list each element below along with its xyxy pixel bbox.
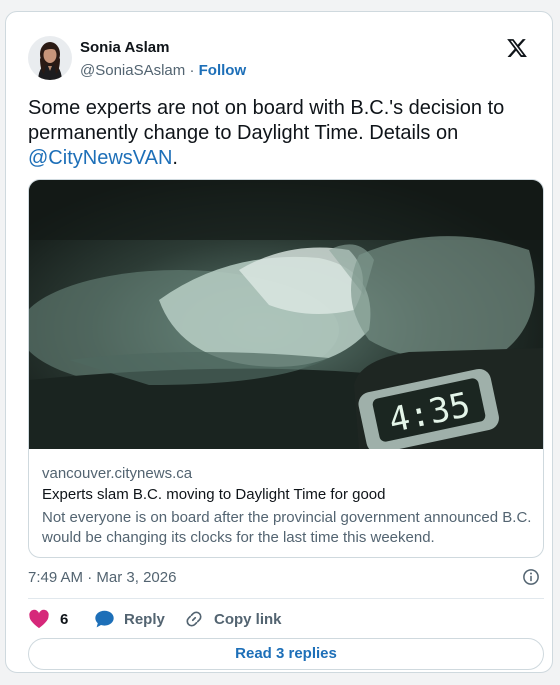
link-title: Experts slam B.C. moving to Daylight Tim… bbox=[42, 486, 386, 503]
author-handle[interactable]: @SoniaSAslam bbox=[80, 62, 185, 79]
heart-icon bbox=[29, 609, 49, 629]
tweet-body-text: Some experts are not on board with B.C.'… bbox=[28, 97, 505, 144]
reply-bubble-icon bbox=[95, 610, 114, 628]
tweet-date: Mar 3, 2026 bbox=[96, 569, 177, 586]
tweet-card: Sonia Aslam @SoniaSAslam · Follow Some e… bbox=[5, 11, 553, 673]
avatar[interactable] bbox=[28, 36, 72, 80]
x-logo-icon[interactable] bbox=[506, 37, 528, 59]
link-domain: vancouver.citynews.ca bbox=[42, 465, 193, 482]
reply-button[interactable]: Reply bbox=[94, 609, 165, 629]
link-preview-card[interactable]: 4:35 vancouver.citynews.ca Experts slam … bbox=[28, 179, 544, 558]
divider bbox=[28, 598, 544, 599]
tweet-timestamp[interactable]: 7:49 AM · Mar 3, 2026 bbox=[28, 569, 176, 586]
link-description: Not everyone is on board after the provi… bbox=[42, 509, 532, 546]
tweet-text: Some experts are not on board with B.C.'… bbox=[28, 96, 528, 171]
meta-separator: · bbox=[87, 569, 93, 586]
reply-label: Reply bbox=[124, 610, 165, 628]
copy-link-button[interactable]: Copy link bbox=[184, 609, 282, 629]
info-icon[interactable] bbox=[522, 568, 540, 586]
author-name[interactable]: Sonia Aslam bbox=[80, 39, 169, 56]
like-button[interactable]: 6 bbox=[28, 609, 68, 629]
like-count: 6 bbox=[60, 610, 69, 628]
read-replies-button[interactable]: Read 3 replies bbox=[28, 638, 544, 670]
follow-button[interactable]: Follow bbox=[199, 62, 247, 79]
tweet-time: 7:49 AM bbox=[28, 569, 84, 586]
clock-photo-thumbnail: 4:35 bbox=[29, 180, 543, 449]
author-handle-row: @SoniaSAslam · Follow bbox=[80, 62, 246, 79]
link-icon bbox=[186, 611, 202, 627]
copy-link-label: Copy link bbox=[214, 610, 282, 628]
handle-separator: · bbox=[189, 62, 195, 79]
avatar-photo bbox=[28, 36, 72, 80]
mention-link[interactable]: @CityNewsVAN bbox=[28, 147, 172, 169]
tweet-text-end: . bbox=[172, 147, 178, 169]
